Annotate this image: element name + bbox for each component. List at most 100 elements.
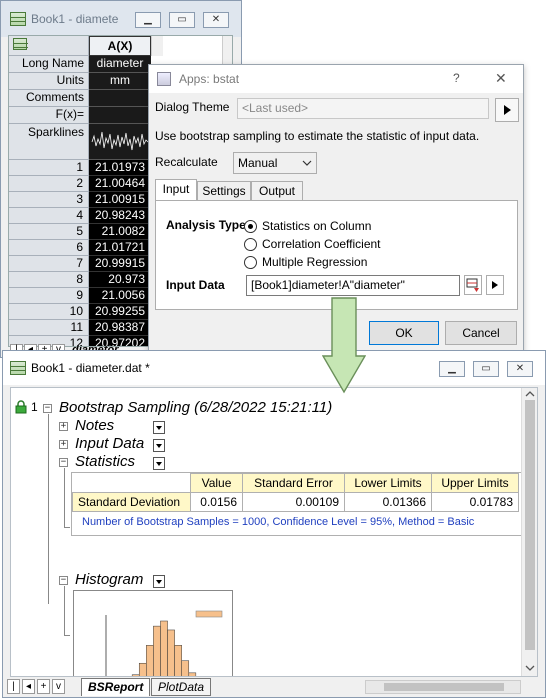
histogram-bars: [131, 620, 197, 676]
input-data-menu-button[interactable]: [486, 275, 504, 295]
meta-value-long-name[interactable]: diameter: [89, 56, 151, 73]
report-sheet[interactable]: 1 − Bootstrap Sampling (6/28/2022 15:21:…: [10, 387, 538, 677]
radio-multiple-regression[interactable]: [244, 256, 257, 269]
tab-input[interactable]: Input: [155, 179, 197, 201]
data-cell[interactable]: 20.973: [89, 272, 151, 288]
row-number[interactable]: 10: [9, 304, 89, 320]
tree-line: [64, 586, 65, 636]
data-cell[interactable]: 20.99915: [89, 256, 151, 272]
histogram-bar: [138, 662, 147, 676]
close-button[interactable]: ✕: [495, 70, 507, 87]
collapse-statistics-icon[interactable]: −: [59, 458, 68, 467]
notes-dropdown[interactable]: [153, 421, 165, 434]
standard-error-cell[interactable]: 0.00109: [242, 492, 345, 512]
histogram-dropdown[interactable]: [153, 575, 165, 588]
nav-prev-button[interactable]: ◂: [22, 679, 35, 694]
input-data-dropdown[interactable]: [153, 439, 165, 452]
data-cell[interactable]: 20.99255: [89, 304, 151, 320]
meta-value-comments[interactable]: [89, 90, 151, 107]
sparkline-cell[interactable]: [89, 124, 151, 160]
maximize-button[interactable]: ▭: [473, 361, 499, 377]
report-horizontal-scrollbar[interactable]: [365, 680, 521, 694]
meta-value-fx[interactable]: [89, 107, 151, 124]
help-button[interactable]: ?: [453, 71, 460, 85]
collapse-root-icon[interactable]: −: [43, 404, 52, 413]
option-statistics-on-column[interactable]: Statistics on Column: [262, 219, 371, 233]
data-cell[interactable]: 21.01721: [89, 240, 151, 256]
minimize-button[interactable]: ▁: [439, 361, 465, 377]
tab-plotdata[interactable]: PlotData: [151, 678, 212, 696]
notes-node[interactable]: Notes: [75, 417, 114, 434]
report-scroll-thumb[interactable]: [525, 400, 535, 650]
radio-statistics-on-column[interactable]: [244, 220, 257, 233]
dialog-titlebar[interactable]: Apps: bstat ? ✕: [149, 65, 523, 93]
recalculate-select[interactable]: Manual: [233, 152, 317, 174]
tab-settings[interactable]: Settings: [197, 181, 251, 201]
row-number[interactable]: 9: [9, 288, 89, 304]
select-range-button[interactable]: [464, 275, 482, 295]
table-header-upper-limits[interactable]: Upper Limits: [431, 473, 519, 493]
theme-field[interactable]: <Last used>: [237, 98, 489, 119]
worksheet-titlebar[interactable]: Book1 - diamete ▁ ▭ ✕: [1, 1, 241, 37]
data-cell[interactable]: 21.00915: [89, 192, 151, 208]
value-cell[interactable]: 0.0156: [190, 492, 243, 512]
data-cell[interactable]: 21.0056: [89, 288, 151, 304]
table-header-lower-limits[interactable]: Lower Limits: [344, 473, 432, 493]
theme-label: Dialog Theme: [155, 100, 230, 114]
data-cell[interactable]: 21.0082: [89, 224, 151, 240]
nav-add-button[interactable]: +: [37, 679, 50, 694]
statistics-dropdown[interactable]: [153, 457, 165, 470]
histogram-node[interactable]: Histogram: [75, 571, 143, 588]
data-cell[interactable]: 21.00464: [89, 176, 151, 192]
close-button[interactable]: ✕: [203, 12, 229, 28]
histogram-bar: [153, 625, 161, 676]
row-number[interactable]: 5: [9, 224, 89, 240]
cancel-button[interactable]: Cancel: [445, 321, 517, 345]
tab-output[interactable]: Output: [251, 181, 303, 201]
row-number[interactable]: 8: [9, 272, 89, 288]
row-number[interactable]: 4: [9, 208, 89, 224]
report-vertical-scrollbar[interactable]: [521, 388, 537, 676]
radio-correlation-coefficient[interactable]: [244, 238, 257, 251]
report-title: Book1 - diameter.dat *: [31, 361, 150, 375]
table-header-standard-error[interactable]: Standard Error: [242, 473, 345, 493]
expand-notes-icon[interactable]: +: [59, 422, 68, 431]
statistics-node[interactable]: Statistics: [75, 453, 135, 470]
histogram-bar: [160, 620, 168, 676]
data-cell[interactable]: 21.01973: [89, 160, 151, 176]
grid-corner[interactable]: [9, 36, 89, 56]
row-number[interactable]: 11: [9, 320, 89, 336]
row-number[interactable]: 3: [9, 192, 89, 208]
table-header-value[interactable]: Value: [190, 473, 243, 493]
row-label-standard-deviation[interactable]: Standard Deviation: [72, 492, 191, 512]
meta-value-units[interactable]: mm: [89, 73, 151, 90]
minimize-button[interactable]: ▁: [135, 12, 161, 28]
lower-limit-cell[interactable]: 0.01366: [344, 492, 432, 512]
row-number[interactable]: 1: [9, 160, 89, 176]
data-cell[interactable]: 20.98387: [89, 320, 151, 336]
report-titlebar[interactable]: Book1 - diameter.dat * ▁ ▭ ✕: [3, 351, 545, 385]
row-number[interactable]: 2: [9, 176, 89, 192]
input-data-field[interactable]: [Book1]diameter!A"diameter": [246, 275, 460, 296]
nav-list-button[interactable]: v: [52, 679, 65, 694]
upper-limit-cell[interactable]: 0.01783: [431, 492, 519, 512]
horizontal-scroll-thumb[interactable]: [384, 683, 504, 691]
column-header-a[interactable]: A(X): [89, 36, 151, 56]
close-button[interactable]: ✕: [507, 361, 533, 377]
tab-bsreport[interactable]: BSReport: [81, 678, 151, 696]
option-correlation-coefficient[interactable]: Correlation Coefficient: [262, 237, 381, 251]
lock-icon: [15, 400, 27, 414]
option-multiple-regression[interactable]: Multiple Regression: [262, 255, 367, 269]
nav-first-button[interactable]: |: [7, 679, 20, 694]
input-data-node[interactable]: Input Data: [75, 435, 144, 452]
ok-button[interactable]: OK: [369, 321, 439, 345]
row-number[interactable]: 7: [9, 256, 89, 272]
input-data-label: Input Data: [166, 278, 225, 292]
histogram-graph-thumbnail[interactable]: [73, 590, 233, 676]
data-cell[interactable]: 20.98243: [89, 208, 151, 224]
theme-menu-button[interactable]: [495, 98, 519, 122]
collapse-histogram-icon[interactable]: −: [59, 576, 68, 585]
maximize-button[interactable]: ▭: [169, 12, 195, 28]
expand-input-data-icon[interactable]: +: [59, 440, 68, 449]
row-number[interactable]: 6: [9, 240, 89, 256]
